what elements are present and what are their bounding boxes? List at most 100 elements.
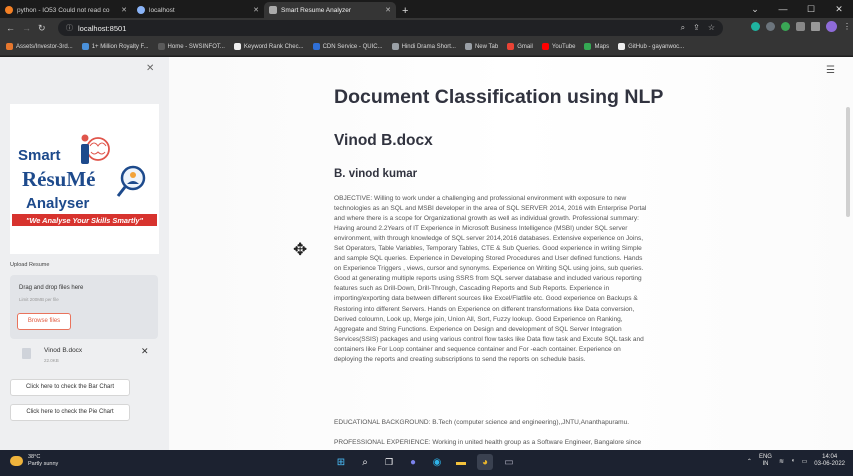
candidate-name: B. vinod kumar bbox=[334, 168, 418, 180]
browser-tab-bar: python - IO53 Could not read co ✕ localh… bbox=[0, 0, 853, 18]
resume-line: Good at generating multiple reports usin… bbox=[334, 275, 642, 283]
logo-analyser: Analyser bbox=[26, 195, 90, 212]
windows-taskbar: 38°C Partly sunny ⊞ ⌕ ❐ ● ◉ ▬ ◕ ▭ ⌃ ENG … bbox=[0, 450, 853, 476]
chevron-down-icon[interactable]: ⌄ bbox=[741, 0, 769, 18]
sidepanel-icon[interactable] bbox=[811, 22, 820, 31]
tab-title: localhost bbox=[149, 6, 175, 14]
resume-line: Aggregate and String Functions. Experien… bbox=[334, 325, 622, 333]
resume-line: and sample SQL queries. Experience in De… bbox=[334, 255, 643, 263]
chevron-up-icon[interactable]: ⌃ bbox=[747, 458, 752, 465]
language-indicator[interactable]: ENG IN bbox=[759, 454, 772, 468]
new-tab-button[interactable]: + bbox=[396, 5, 414, 18]
file-heading: Vinod B.docx bbox=[334, 132, 433, 149]
info-icon[interactable]: ⓘ bbox=[66, 23, 73, 33]
tab-stackoverflow[interactable]: python - IO53 Could not read co ✕ bbox=[0, 2, 132, 18]
file-dropzone[interactable]: Drag and drop files here Limit 200MB per… bbox=[10, 275, 158, 339]
remove-file-icon[interactable]: ✕ bbox=[141, 346, 149, 357]
close-sidebar-icon[interactable]: ✕ bbox=[146, 63, 154, 74]
extension-icon[interactable] bbox=[781, 22, 790, 31]
maximize-icon[interactable]: ☐ bbox=[797, 0, 825, 18]
screen: python - IO53 Could not read co ✕ localh… bbox=[0, 0, 853, 476]
resume-line: importing/exporting data between differe… bbox=[334, 295, 638, 303]
resume-line: Services(SSIS) packages and using variou… bbox=[334, 335, 644, 343]
close-tab-icon[interactable]: ✕ bbox=[121, 6, 127, 14]
weather-widget[interactable]: 38°C Partly sunny bbox=[10, 454, 58, 468]
wifi-icon[interactable]: ≋ bbox=[779, 458, 784, 465]
resume-line: containers like For Loop container and s… bbox=[334, 345, 621, 353]
bookmark-item[interactable]: Home - SWSINFOT... bbox=[157, 43, 225, 50]
extension-icon[interactable] bbox=[766, 22, 775, 31]
chrome-icon[interactable]: ◕ bbox=[477, 454, 493, 470]
bookmark-item[interactable]: CDN Service - QUIC... bbox=[312, 43, 383, 50]
bookmark-item[interactable]: YouTube bbox=[541, 43, 575, 50]
resume-line: and where there is a scope for Organizat… bbox=[334, 215, 639, 223]
avatar[interactable] bbox=[826, 21, 837, 32]
resume-line: deploying the reports and creating subsc… bbox=[334, 355, 586, 363]
file-name: Vinod B.docx bbox=[44, 347, 83, 354]
volume-icon[interactable]: ◖ bbox=[791, 458, 795, 464]
logo-smart: Smart bbox=[18, 147, 61, 164]
windows-start-icon[interactable]: ⊞ bbox=[333, 454, 349, 470]
tab-smart-resume-analyzer[interactable]: Smart Resume Analyzer ✕ bbox=[264, 2, 396, 18]
hamburger-menu-icon[interactable]: ☰ bbox=[826, 65, 835, 76]
address-bar[interactable]: ⓘ localhost:8501 ⌕ ⇪ ☆ bbox=[58, 20, 723, 36]
browser-toolbar: ← → ↻ ⓘ localhost:8501 ⌕ ⇪ ☆ ⋮ bbox=[0, 18, 853, 38]
bookmark-icon bbox=[618, 43, 626, 50]
file-explorer-icon[interactable]: ▬ bbox=[453, 454, 469, 470]
back-icon[interactable]: ← bbox=[6, 23, 15, 33]
file-icon bbox=[22, 348, 31, 359]
pie-chart-button[interactable]: Click here to check the Pie Chart bbox=[10, 404, 130, 421]
tab-localhost[interactable]: localhost ✕ bbox=[132, 2, 264, 18]
edge-icon[interactable]: ◉ bbox=[429, 454, 445, 470]
uploaded-file: Vinod B.docx 22.0KB ✕ bbox=[10, 344, 158, 368]
bookmark-item[interactable]: Keyword Rank Chec... bbox=[233, 43, 304, 50]
resume-line: features such as Drill-Down, Drill-Throu… bbox=[334, 285, 610, 293]
close-tab-icon[interactable]: ✕ bbox=[253, 6, 259, 14]
bookmark-item[interactable]: 1+ Million Royalty F... bbox=[81, 43, 149, 50]
bookmark-icon bbox=[312, 43, 320, 50]
resume-line: on Experience Triggers , views, cursor a… bbox=[334, 265, 644, 273]
upload-resume-label: Upload Resume bbox=[10, 262, 50, 268]
puzzle-icon[interactable] bbox=[796, 22, 805, 31]
close-tab-icon[interactable]: ✕ bbox=[385, 6, 391, 14]
bookmark-label: GitHub - gayanwoc... bbox=[628, 43, 685, 50]
browse-files-button[interactable]: Browse files bbox=[17, 313, 71, 330]
search-icon[interactable]: ⌕ bbox=[681, 23, 685, 33]
star-icon[interactable]: ☆ bbox=[708, 23, 715, 33]
more-icon[interactable]: ⋮ bbox=[843, 22, 851, 31]
bookmark-label: New Tab bbox=[474, 43, 499, 50]
clock-date: 03-06-2022 bbox=[814, 461, 845, 467]
weather-condition: Partly sunny bbox=[28, 461, 59, 467]
clock[interactable]: 14:04 03-06-2022 bbox=[814, 454, 845, 468]
file-size: 22.0KB bbox=[44, 358, 59, 363]
search-icon[interactable]: ⌕ bbox=[357, 454, 373, 470]
minimize-icon[interactable]: — bbox=[769, 0, 797, 18]
terminal-icon[interactable]: ▭ bbox=[501, 454, 517, 470]
reload-icon[interactable]: ↻ bbox=[38, 23, 46, 34]
bookmark-item[interactable]: Maps bbox=[584, 43, 609, 50]
bookmark-item[interactable]: GitHub - gayanwoc... bbox=[618, 43, 684, 50]
bar-chart-button[interactable]: Click here to check the Bar Chart bbox=[10, 379, 130, 396]
bookmark-label: Maps bbox=[594, 43, 610, 50]
resume-line: Set Operators, Table Variables, Temporar… bbox=[334, 245, 642, 253]
extension-icon[interactable] bbox=[751, 22, 760, 31]
battery-icon[interactable]: ▭ bbox=[802, 458, 808, 465]
language-code: ENG bbox=[758, 454, 772, 460]
task-view-icon[interactable]: ❐ bbox=[381, 454, 397, 470]
bookmark-icon bbox=[541, 43, 549, 50]
resume-line: Restoring into different Servers. Hands … bbox=[334, 305, 635, 313]
logo-resume: RésuMé bbox=[22, 167, 95, 191]
dropzone-limit: Limit 200MB per file bbox=[19, 297, 59, 302]
sidebar: ✕ Smart RésuMé Analyser "We Analyse Your… bbox=[0, 57, 169, 450]
scrollbar[interactable] bbox=[846, 107, 850, 217]
close-window-icon[interactable]: ✕ bbox=[825, 0, 853, 18]
chat-icon[interactable]: ● bbox=[405, 454, 421, 470]
bookmark-item[interactable]: New Tab bbox=[464, 43, 499, 50]
forward-icon[interactable]: → bbox=[22, 23, 31, 33]
extensions-area: ⋮ bbox=[751, 21, 851, 32]
bookmark-item[interactable]: Hindi Drama Short... bbox=[391, 43, 456, 50]
move-cursor-icon: ✥ bbox=[293, 240, 308, 259]
bookmark-item[interactable]: Assets/Investor-3rd... bbox=[6, 43, 73, 50]
bookmark-item[interactable]: Gmail bbox=[507, 43, 533, 50]
share-icon[interactable]: ⇪ bbox=[693, 23, 700, 33]
